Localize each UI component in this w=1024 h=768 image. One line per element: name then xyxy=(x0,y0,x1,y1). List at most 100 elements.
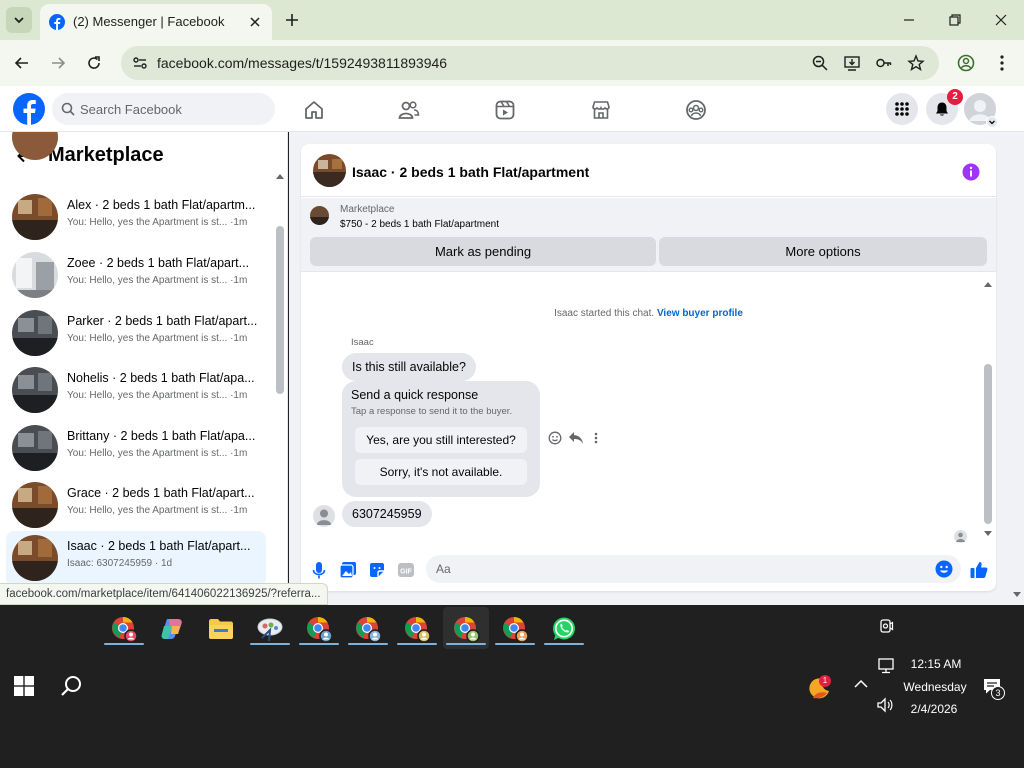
quick-response-option[interactable]: Sorry, it's not available. xyxy=(355,459,527,485)
taskbar-snipping-app-icon[interactable] xyxy=(254,613,286,645)
sidebar-scrollbar[interactable] xyxy=(276,226,284,394)
video-icon[interactable] xyxy=(494,99,516,121)
password-key-icon[interactable] xyxy=(875,54,893,72)
taskbar-chrome-profile-icon[interactable] xyxy=(352,613,384,645)
site-settings-icon[interactable] xyxy=(131,54,149,72)
taskbar-chrome-profile-icon[interactable] xyxy=(499,613,531,645)
network-icon[interactable] xyxy=(878,658,896,674)
tab-title: (2) Messenger | Facebook xyxy=(73,14,225,29)
groups-icon[interactable] xyxy=(685,99,707,121)
like-thumbs-up-icon[interactable] xyxy=(969,560,989,580)
microphone-icon[interactable] xyxy=(309,560,329,580)
sticker-icon[interactable] xyxy=(367,560,387,580)
back-button[interactable] xyxy=(9,50,35,76)
running-indicator xyxy=(397,643,437,645)
restore-button[interactable] xyxy=(940,6,970,34)
chat-scrollbar[interactable] xyxy=(984,364,992,524)
zoom-icon[interactable] xyxy=(811,54,829,72)
conversation-preview: You: Hello, yes the Apartment is st... xyxy=(67,217,228,228)
react-emoji-icon[interactable] xyxy=(548,431,562,445)
message-bubble[interactable]: Is this still available? xyxy=(342,353,476,381)
message-bubble[interactable]: 6307245959 xyxy=(342,501,432,527)
chevron-down-icon xyxy=(14,17,24,24)
tab-search-button[interactable] xyxy=(6,7,32,33)
taskbar-whatsapp-icon[interactable] xyxy=(548,613,580,645)
reply-icon[interactable] xyxy=(568,431,584,445)
mark-as-pending-button[interactable]: Mark as pending xyxy=(310,237,656,266)
browser-tab[interactable]: (2) Messenger | Facebook xyxy=(40,4,272,40)
emoji-icon[interactable] xyxy=(935,560,953,578)
windows-start-icon[interactable] xyxy=(14,676,34,696)
marketplace-conversation-list: Marketplace Alex · 2 beds 1 bath Flat/ap… xyxy=(0,132,288,605)
install-app-icon[interactable] xyxy=(843,54,861,72)
taskbar-chrome-profile-icon[interactable] xyxy=(108,613,140,645)
conversation-item[interactable]: Grace · 2 beds 1 bath Flat/apart... You: … xyxy=(6,478,266,534)
conversation-item[interactable]: Brittany · 2 beds 1 bath Flat/apa... You:… xyxy=(6,421,266,477)
conversation-item[interactable]: Alex · 2 beds 1 bath Flat/apartm... You: … xyxy=(6,190,266,246)
clock-day[interactable]: Wednesday xyxy=(898,680,972,694)
home-icon[interactable] xyxy=(303,99,325,121)
grid-menu-icon xyxy=(895,102,909,116)
tab-close-button[interactable] xyxy=(246,13,264,31)
sender-avatar[interactable] xyxy=(313,505,335,527)
scroll-up-arrow-icon[interactable] xyxy=(275,172,285,180)
taskbar-file-explorer-icon[interactable] xyxy=(205,613,237,645)
address-bar[interactable]: facebook.com/messages/t/1592493811893946 xyxy=(121,46,939,80)
account-chevron-icon[interactable] xyxy=(986,116,998,128)
scroll-up-arrow-icon[interactable] xyxy=(983,280,993,288)
sender-name: Isaac xyxy=(351,337,374,348)
menu-button[interactable] xyxy=(886,93,918,125)
friends-icon[interactable] xyxy=(398,99,420,121)
chat-title[interactable]: Isaac · 2 beds 1 bath Flat/apartment xyxy=(352,164,589,180)
conversation-thumbnail xyxy=(12,482,58,528)
facebook-logo-icon[interactable] xyxy=(13,93,45,125)
quick-response-option[interactable]: Yes, are you still interested? xyxy=(355,427,527,453)
clock-time[interactable]: 12:15 AM xyxy=(906,657,966,671)
chat-avatar[interactable] xyxy=(313,154,346,187)
search-icon[interactable] xyxy=(60,674,84,698)
browser-menu-button[interactable] xyxy=(989,50,1015,76)
info-icon[interactable] xyxy=(962,163,980,181)
conversation-item[interactable]: Nohelis · 2 beds 1 bath Flat/apa... You: … xyxy=(6,363,266,419)
page-scroll-down-arrow-icon[interactable] xyxy=(1012,591,1022,599)
conversation-preview-row: You: Hello, yes the Apartment is st... ·… xyxy=(67,505,247,516)
more-options-button[interactable]: More options xyxy=(659,237,987,266)
message-input[interactable]: Aa xyxy=(426,555,961,583)
quick-response-card: Send a quick response Tap a response to … xyxy=(342,381,540,497)
arrow-left-icon xyxy=(14,57,28,69)
conversation-name: Zoee · 2 beds 1 bath Flat/apart... xyxy=(67,256,250,270)
listing-thumbnail[interactable] xyxy=(310,206,329,225)
view-buyer-profile-link[interactable]: View buyer profile xyxy=(657,308,743,319)
reload-button[interactable] xyxy=(81,50,107,76)
clock-date[interactable]: 2/4/2026 xyxy=(906,702,962,716)
meet-now-icon[interactable] xyxy=(878,618,894,634)
taskbar-chrome-profile-icon[interactable] xyxy=(303,613,335,645)
taskbar-chrome-profile-icon[interactable] xyxy=(401,613,433,645)
conversation-item[interactable]: Isaac · 2 beds 1 bath Flat/apart... Isaac… xyxy=(6,531,266,587)
conversation-item[interactable]: Zoee · 2 beds 1 bath Flat/apart... You: H… xyxy=(6,248,266,304)
gif-icon[interactable]: GIF xyxy=(396,560,416,580)
facebook-search-input[interactable]: Search Facebook xyxy=(52,93,275,125)
running-indicator xyxy=(104,643,144,645)
running-indicator xyxy=(544,643,584,645)
listing-price[interactable]: $750 - 2 beds 1 bath Flat/apartment xyxy=(340,219,499,230)
forward-button[interactable] xyxy=(45,50,71,76)
weather-badge: 1 xyxy=(819,675,831,687)
profile-button[interactable] xyxy=(953,50,979,76)
close-window-button[interactable] xyxy=(986,6,1016,34)
minimize-button[interactable] xyxy=(894,6,924,34)
bookmark-star-icon[interactable] xyxy=(907,54,925,72)
taskbar-copilot-icon[interactable] xyxy=(156,613,188,645)
conversation-item[interactable]: Parker · 2 beds 1 bath Flat/apart... You:… xyxy=(6,306,266,362)
chevron-up-icon[interactable] xyxy=(854,679,868,689)
reload-icon xyxy=(88,56,100,69)
more-vertical-icon[interactable] xyxy=(594,432,598,444)
conversation-preview: You: Hello, yes the Apartment is st... xyxy=(67,505,228,516)
new-tab-button[interactable] xyxy=(280,8,304,32)
taskbar-chrome-profile-icon[interactable] xyxy=(450,613,482,645)
marketplace-icon[interactable] xyxy=(590,99,612,121)
volume-icon[interactable] xyxy=(876,697,894,713)
photo-icon[interactable] xyxy=(338,560,358,580)
scroll-down-arrow-icon[interactable] xyxy=(983,530,993,538)
conversation-preview-row: Isaac: 6307245959 · 1d xyxy=(67,558,172,569)
